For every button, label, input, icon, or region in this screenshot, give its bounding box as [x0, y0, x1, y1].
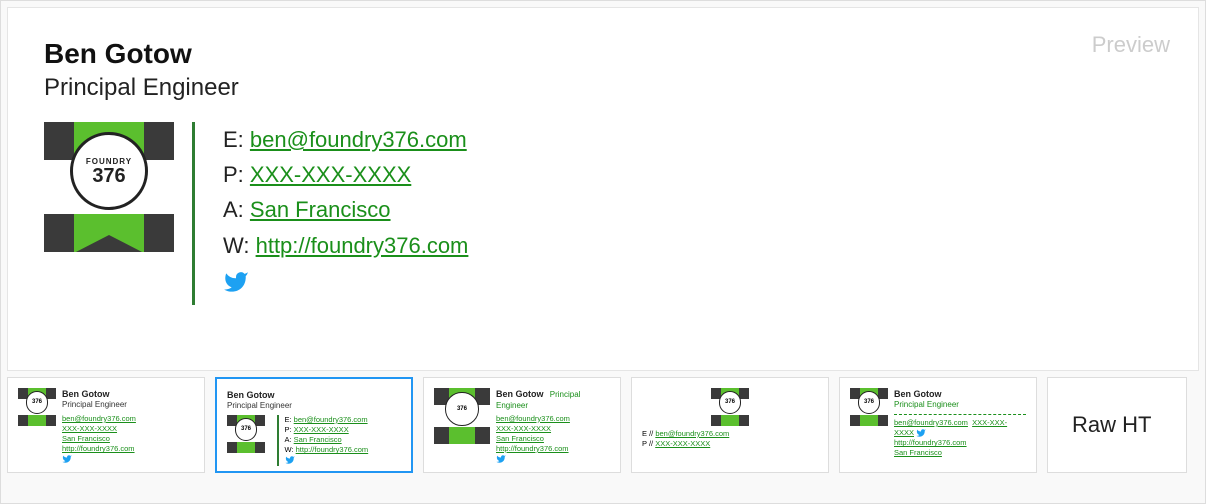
template-thumbnails-strip: 376 Ben Gotow Principal Engineer ben@fou… [1, 377, 1205, 495]
address-link[interactable]: San Francisco [250, 197, 391, 222]
raw-html-label: Raw HT [1072, 410, 1151, 440]
website-row: W: http://foundry376.com [223, 228, 468, 263]
thumb-logo: 376 [850, 388, 888, 426]
signature-preview-panel: Preview Ben Gotow Principal Engineer FOU… [7, 7, 1199, 371]
vertical-divider [277, 415, 279, 466]
email-row: E: ben@foundry376.com [223, 122, 468, 157]
website-prefix: W: [223, 233, 256, 258]
template-thumbnail-raw-html[interactable]: Raw HT [1047, 377, 1187, 473]
signature-body: FOUNDRY 376 E: ben@foundry376.com P: XXX… [44, 122, 1162, 305]
template-thumbnail-2[interactable]: Ben Gotow Principal Engineer 376 E: ben@… [215, 377, 413, 473]
company-logo: FOUNDRY 376 [44, 122, 174, 252]
twitter-icon [496, 454, 506, 463]
thumb-name: Ben Gotow [62, 388, 136, 400]
phone-row: P: XXX-XXX-XXXX [223, 157, 468, 192]
thumb-links: ben@foundry376.com XXX-XXX-XXXX San Fran… [62, 414, 136, 465]
thumb-logo: 376 [711, 388, 749, 426]
phone-prefix: P: [223, 162, 250, 187]
thumb-title: Principal Engineer [62, 400, 136, 411]
template-thumbnail-1[interactable]: 376 Ben Gotow Principal Engineer ben@fou… [7, 377, 205, 473]
email-link[interactable]: ben@foundry376.com [250, 127, 467, 152]
thumb-logo: 376 [18, 388, 56, 426]
logo-text-bottom: 376 [92, 166, 125, 186]
horizontal-divider [894, 414, 1026, 415]
address-prefix: A: [223, 197, 250, 222]
signature-name: Ben Gotow [44, 38, 1162, 70]
signature-editor-container: Preview Ben Gotow Principal Engineer FOU… [0, 0, 1206, 504]
phone-link[interactable]: XXX-XXX-XXXX [250, 162, 411, 187]
template-thumbnail-5[interactable]: 376 Ben Gotow Principal Engineer ben@fou… [839, 377, 1037, 473]
address-row: A: San Francisco [223, 192, 468, 227]
thumb-links: E // ben@foundry376.com P // XXX-XXX-XXX… [642, 429, 818, 449]
thumb-name: Ben Gotow [496, 389, 544, 399]
email-prefix: E: [223, 127, 250, 152]
twitter-icon[interactable] [223, 269, 249, 305]
thumb-logo: 376 [434, 388, 490, 444]
thumb-title: Principal Engineer [227, 401, 401, 412]
website-link[interactable]: http://foundry376.com [256, 233, 469, 258]
template-thumbnail-3[interactable]: 376 Ben Gotow Principal Engineer ben@fou… [423, 377, 621, 473]
twitter-icon [285, 455, 295, 464]
thumb-links: ben@foundry376.com XXX-XXX-XXXX San Fran… [496, 414, 610, 465]
thumb-name: Ben Gotow [894, 388, 1026, 400]
vertical-divider [192, 122, 195, 305]
thumb-name: Ben Gotow [227, 389, 401, 401]
thumb-links: ben@foundry376.com XXX-XXX-XXXX http://f… [894, 418, 1026, 459]
template-thumbnail-4[interactable]: 376 E // ben@foundry376.com P // XXX-XXX… [631, 377, 829, 473]
thumb-title: Principal Engineer [894, 400, 1026, 411]
twitter-icon [916, 428, 926, 437]
thumb-logo: 376 [227, 415, 265, 453]
preview-label: Preview [1092, 32, 1170, 58]
signature-title: Principal Engineer [44, 74, 1162, 102]
twitter-icon [62, 454, 72, 463]
contact-details: E: ben@foundry376.com P: XXX-XXX-XXXX A:… [223, 122, 468, 305]
thumb-links: E: ben@foundry376.com P: XXX-XXX-XXXX A:… [285, 415, 369, 466]
